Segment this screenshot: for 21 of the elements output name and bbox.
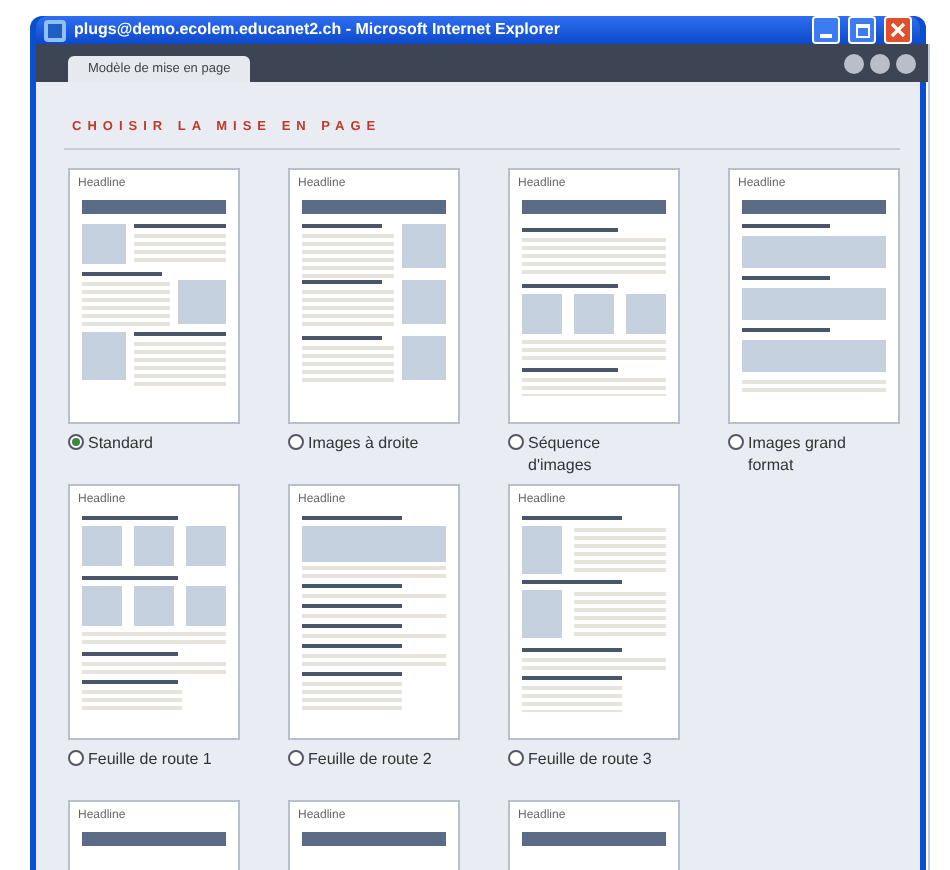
radio-button[interactable] [68,433,84,450]
close-button[interactable] [884,16,912,44]
radio-button[interactable] [508,433,524,450]
radio-button[interactable] [288,433,304,450]
layout-label: Feuille de route 1 [88,747,212,770]
close-icon [890,22,906,38]
layout-label: Séquence d'images [528,431,603,476]
maximize-button[interactable] [848,16,876,44]
radio-button[interactable] [68,749,84,766]
minimize-button[interactable] [812,16,840,44]
radio-button[interactable] [728,433,744,450]
layout-label: Feuille de route 2 [308,747,432,770]
browser-icon [44,19,66,41]
window-title: plugs@demo.ecolem.educanet2.ch - Microsoft Internet Explorer [74,18,562,42]
layout-label: Images grand format [748,431,848,476]
radio-button[interactable] [288,749,304,766]
radio-button[interactable] [508,749,524,766]
layout-label: Standard [88,431,153,454]
layout-label: Feuille de route 3 [528,747,652,770]
scrollbar[interactable] [928,44,930,870]
layout-label: Images à droite [308,431,419,454]
